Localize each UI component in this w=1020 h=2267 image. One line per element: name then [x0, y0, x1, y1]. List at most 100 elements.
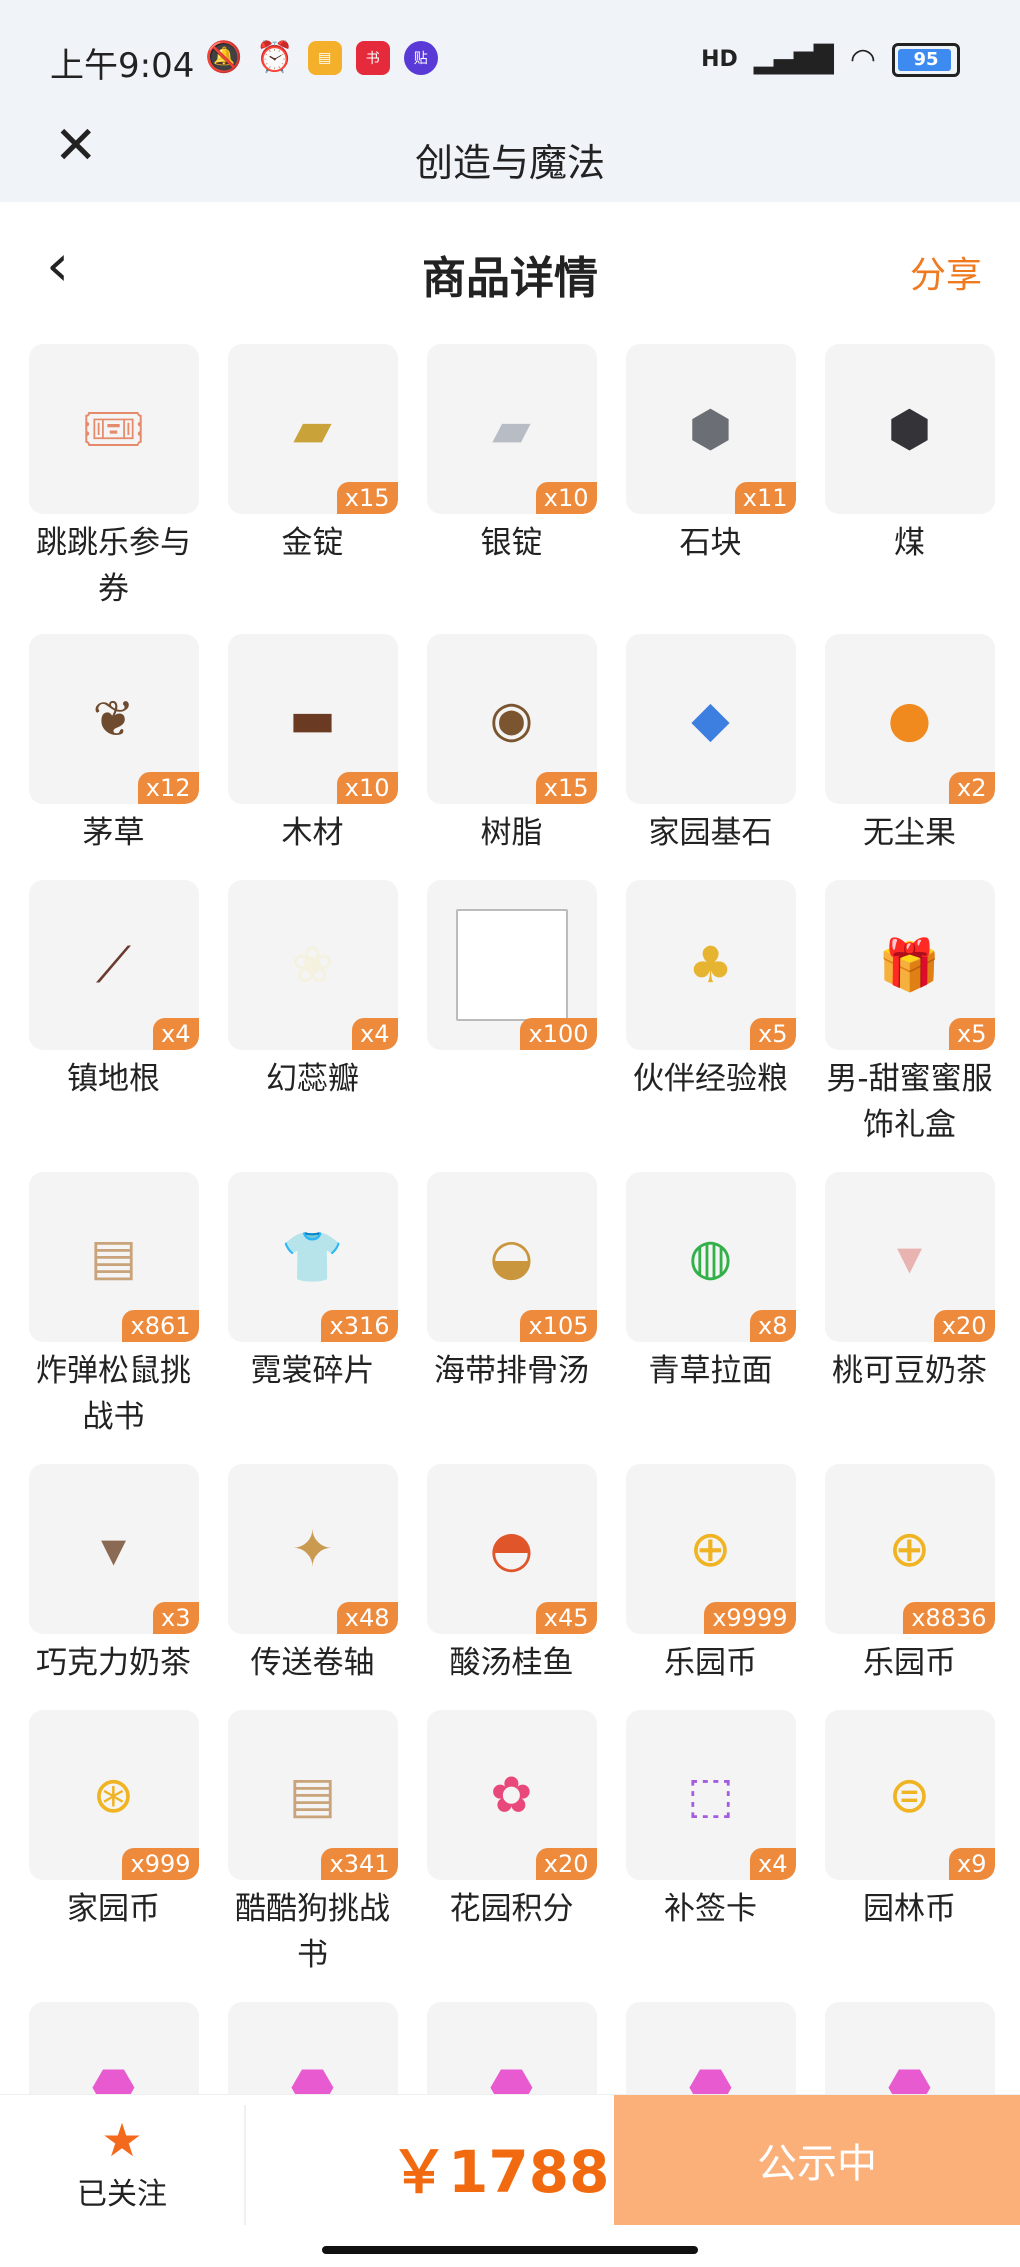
notification-icons: 🔕 ⏰ ▤ 书 贴 — [205, 40, 438, 75]
item-count-badge: x48 — [336, 1602, 398, 1634]
item-thumbnail: ▬ x10 — [227, 634, 398, 804]
item-count-badge: x10 — [535, 482, 597, 514]
item-thumbnail: ▾ x20 — [824, 1172, 995, 1342]
item-name: 伙伴经验粮 — [633, 1061, 788, 1097]
coin-icon: ⊕ — [689, 1520, 732, 1578]
item-count-badge: x12 — [137, 772, 199, 804]
follow-button[interactable]: ★ 已关注 — [0, 2095, 244, 2235]
item-name: 桃可豆奶茶 — [832, 1353, 987, 1389]
item-thumbnail: ▰ x10 — [426, 344, 597, 514]
item-thumbnail: ▤ x341 — [227, 1710, 398, 1880]
item-card[interactable]: ▢ x100 — [424, 880, 599, 1056]
item-card[interactable]: ⊛ x999 家园币 — [26, 1710, 201, 1932]
item-thumbnail: ⊕ x8836 — [824, 1464, 995, 1634]
item-card[interactable]: ▤ x341 酷酷狗挑战书 — [225, 1710, 400, 1978]
item-card[interactable]: ❀ x4 幻蕊瓣 — [225, 880, 400, 1102]
item-count-badge: x20 — [933, 1310, 995, 1342]
item-name: 补签卡 — [664, 1891, 757, 1927]
item-count-badge: x999 — [122, 1848, 199, 1880]
item-card[interactable]: ▰ x15 金锭 — [225, 344, 400, 566]
item-thumbnail: ▰ x15 — [227, 344, 398, 514]
item-card[interactable]: ◆ 家园基石 — [623, 634, 798, 856]
item-name: 跳跳乐参与券 — [36, 525, 191, 607]
item-card[interactable]: ▾ x20 桃可豆奶茶 — [822, 1172, 997, 1394]
item-card[interactable]: ▬ x10 木材 — [225, 634, 400, 856]
flower-icon: ✿ — [490, 1766, 533, 1824]
item-thumbnail: ❦ x12 — [28, 634, 199, 804]
status-button[interactable]: 公示中 — [614, 2095, 1020, 2225]
home-coin-icon: ⊛ — [92, 1766, 135, 1824]
thatch-icon: ❦ — [92, 690, 135, 748]
item-card[interactable]: ⬢ 煤 — [822, 344, 997, 566]
item-card[interactable]: ✦ x48 传送卷轴 — [225, 1464, 400, 1686]
follow-label: 已关注 — [77, 2177, 167, 2212]
gift-box-icon: 🎁 — [878, 935, 941, 994]
item-card[interactable]: ❦ x12 茅草 — [26, 634, 201, 856]
home-indicator[interactable] — [322, 2246, 698, 2254]
item-count-badge: x10 — [336, 772, 398, 804]
item-count-badge: x9999 — [704, 1602, 796, 1634]
share-button[interactable]: 分享 — [910, 246, 982, 298]
item-card[interactable]: ⊕ x8836 乐园币 — [822, 1464, 997, 1686]
item-name: 男-甜蜜蜜服饰礼盒 — [826, 1061, 993, 1143]
item-card[interactable]: 🎟 跳跳乐参与券 — [26, 344, 201, 612]
item-card[interactable]: ◍ x8 青草拉面 — [623, 1172, 798, 1394]
network-label: HD — [701, 47, 738, 72]
item-count-badge: x861 — [122, 1310, 199, 1342]
coal-icon: ⬢ — [887, 400, 932, 458]
item-thumbnail: ❀ x4 — [227, 880, 398, 1050]
fish-dish-icon: ◓ — [489, 1520, 534, 1578]
item-card[interactable]: ◓ x45 酸汤桂鱼 — [424, 1464, 599, 1686]
item-card[interactable]: ✿ x20 花园积分 — [424, 1710, 599, 1932]
shirt-icon: 👕 — [281, 1227, 344, 1286]
item-count-badge: x11 — [734, 482, 796, 514]
item-thumbnail: ♣ x5 — [625, 880, 796, 1050]
item-thumbnail: ◒ x105 — [426, 1172, 597, 1342]
item-card[interactable]: ⊕ x9999 乐园币 — [623, 1464, 798, 1686]
item-thumbnail: ◍ x8 — [625, 1172, 796, 1342]
item-count-badge: x8 — [750, 1310, 796, 1342]
item-thumbnail: 🎁 x5 — [824, 880, 995, 1050]
fruit-icon: ● — [887, 690, 932, 748]
item-name: 花园积分 — [449, 1891, 574, 1927]
item-thumbnail: ✦ x48 — [227, 1464, 398, 1634]
item-card[interactable]: ● x2 无尘果 — [822, 634, 997, 856]
item-card[interactable]: ⟋ x4 镇地根 — [26, 880, 201, 1102]
app-header: ✕ 创造与魔法 — [0, 110, 1020, 202]
item-card[interactable]: ◒ x105 海带排骨汤 — [424, 1172, 599, 1394]
app-title: 创造与魔法 — [414, 141, 605, 185]
item-thumbnail: ⊛ x999 — [28, 1710, 199, 1880]
item-card[interactable]: 🎁 x5 男-甜蜜蜜服饰礼盒 — [822, 880, 997, 1148]
item-name: 乐园币 — [863, 1645, 956, 1681]
item-name: 金锭 — [281, 525, 344, 561]
item-card[interactable]: ♣ x5 伙伴经验粮 — [623, 880, 798, 1102]
resin-icon: ◉ — [489, 690, 534, 748]
item-card[interactable]: ▤ x861 炸弹松鼠挑战书 — [26, 1172, 201, 1440]
item-card[interactable]: ⬚ x4 补签卡 — [623, 1710, 798, 1932]
item-count-badge: x2 — [949, 772, 995, 804]
item-card[interactable]: ◉ x15 树脂 — [424, 634, 599, 856]
item-name: 家园基石 — [648, 815, 773, 851]
item-name: 传送卷轴 — [250, 1645, 375, 1681]
price: ￥1788 — [390, 2138, 610, 2206]
page-title: 商品详情 — [422, 253, 598, 304]
star-icon: ★ — [101, 2113, 143, 2167]
gold-ingot-icon: ▰ — [293, 400, 332, 458]
item-card[interactable]: 👕 x316 霓裳碎片 — [225, 1172, 400, 1394]
status-time: 上午9:04 — [50, 46, 195, 86]
ticket-icon: 🎟 — [81, 399, 146, 458]
item-card[interactable]: ⬢ x11 石块 — [623, 344, 798, 566]
item-card[interactable]: ▾ x3 巧克力奶茶 — [26, 1464, 201, 1686]
item-thumbnail: ◆ — [625, 634, 796, 804]
wifi-icon: ◠ — [849, 42, 876, 77]
status-right: HD ▂▄▆█ ◠ 95 — [701, 42, 960, 77]
scroll-icon: ✦ — [291, 1520, 334, 1578]
notes-app-icon: ▤ — [307, 40, 342, 75]
item-thumbnail: ⬢ x11 — [625, 344, 796, 514]
item-thumbnail: ▾ x3 — [28, 1464, 199, 1634]
item-name: 园林币 — [863, 1891, 956, 1927]
signal-icon: ▂▄▆█ — [753, 44, 834, 75]
item-card[interactable]: ▰ x10 银锭 — [424, 344, 599, 566]
battery-icon: 95 — [892, 42, 960, 77]
item-card[interactable]: ⊜ x9 园林币 — [822, 1710, 997, 1932]
